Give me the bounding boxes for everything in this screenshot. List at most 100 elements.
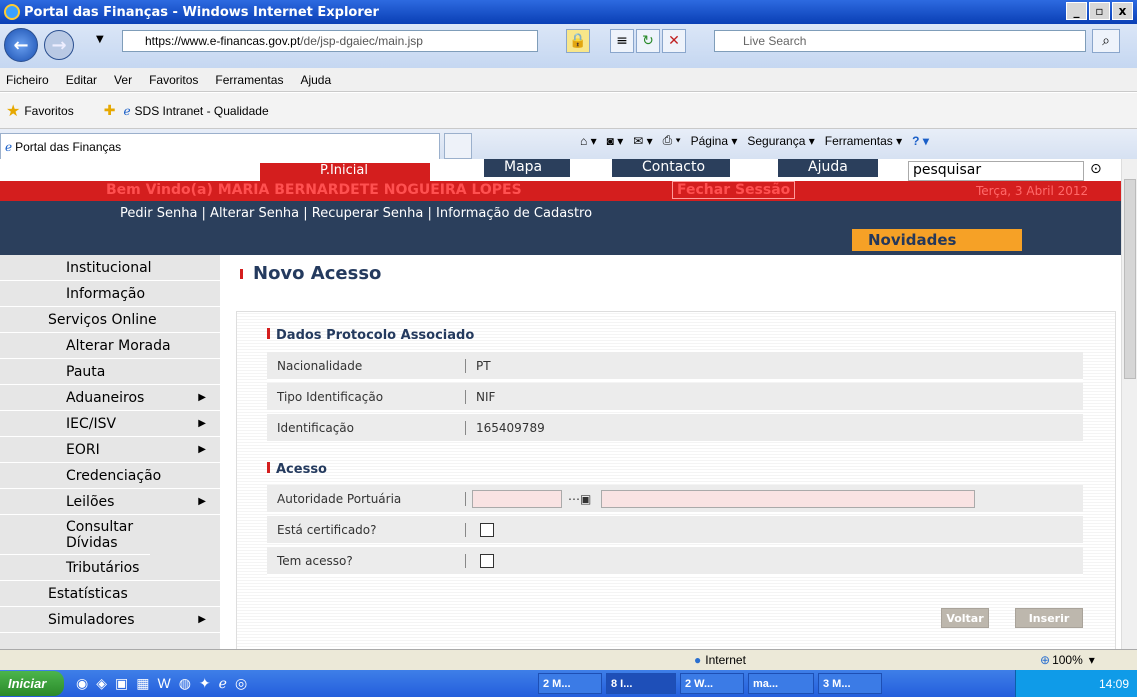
close-button[interactable]: x <box>1112 2 1133 20</box>
quicklaunch-icon[interactable]: ◍ <box>179 675 191 692</box>
sidebar-item-credenciacao[interactable]: Credenciação <box>0 463 220 489</box>
menu-ajuda[interactable]: Ajuda <box>300 73 331 87</box>
taskbar-item[interactable]: ma... <box>748 673 814 694</box>
tools-menu[interactable]: Ferramentas ▾ <box>825 134 902 148</box>
sidebar-item-aduaneiros[interactable]: Aduaneiros ▶ <box>0 385 220 411</box>
quicklaunch-icon[interactable]: ◎ <box>235 675 247 692</box>
sidebar-item-pauta[interactable]: Pauta <box>0 359 220 385</box>
favorites-bar: ★ Favoritos ✚ ℯ SDS Intranet - Qualidade <box>0 93 1137 129</box>
favorite-link-sds[interactable]: SDS Intranet - Qualidade <box>135 104 269 118</box>
live-search-input[interactable]: Live Search <box>714 30 1086 52</box>
sidebar-item-simuladores[interactable]: Simuladores ▶ <box>0 607 220 633</box>
quicklaunch-icon[interactable]: W <box>157 675 170 692</box>
sidebar-item-informacao[interactable]: Informação <box>0 281 220 307</box>
scrollbar-thumb[interactable] <box>1124 179 1136 379</box>
task-label: 3 M... <box>823 677 851 690</box>
menu-favoritos[interactable]: Favoritos <box>149 73 198 87</box>
minimize-button[interactable]: _ <box>1066 2 1087 20</box>
quicklaunch-icon[interactable]: ◉ <box>76 675 88 692</box>
page-viewport: P.Inicial Mapa Contacto Ajuda pesquisar … <box>0 159 1121 649</box>
task-label: 2 W... <box>685 677 714 690</box>
taskbar-item[interactable]: 2 M... <box>538 673 602 694</box>
forward-button[interactable]: → <box>44 30 74 60</box>
quicklaunch-icon[interactable]: ▣ <box>115 675 128 692</box>
autoridade-code-input[interactable] <box>472 489 562 508</box>
security-menu[interactable]: Segurança ▾ <box>747 134 814 148</box>
ie-page-icon: ℯ <box>5 139 13 154</box>
maximize-button[interactable]: ▫ <box>1089 2 1110 20</box>
refresh-icon[interactable]: ↻ <box>636 29 660 53</box>
novidades-tab[interactable]: Novidades <box>852 229 1022 251</box>
tab-portal[interactable]: ℯ Portal das Finanças <box>0 133 440 159</box>
menu-editar[interactable]: Editar <box>66 73 97 87</box>
help-icon[interactable]: ? ▾ <box>912 134 929 148</box>
sidebar-item-servicos-online[interactable]: Serviços Online <box>0 307 220 333</box>
sidebar-item-estatisticas[interactable]: Estatísticas <box>0 581 220 607</box>
taskbar-item[interactable]: 3 M... <box>818 673 882 694</box>
history-dropdown-icon[interactable]: ▼ <box>96 34 104 45</box>
menu-ver[interactable]: Ver <box>114 73 132 87</box>
taskbar-item-active[interactable]: 8 I... <box>606 673 676 694</box>
sidebar-item-leiloes[interactable]: Leilões ▶ <box>0 489 220 515</box>
autoridade-name-input[interactable] <box>601 489 976 508</box>
lookup-icon[interactable]: ⋯▣ <box>568 492 591 506</box>
quicklaunch-icon[interactable]: ✦ <box>199 675 211 692</box>
lock-icon[interactable]: 🔒 <box>566 29 590 53</box>
nav-inicial[interactable]: P.Inicial <box>260 163 430 181</box>
nav-mapa[interactable]: Mapa <box>484 159 570 177</box>
sidebar-item-eori[interactable]: EORI ▶ <box>0 437 220 463</box>
favorites-button[interactable]: Favoritos <box>24 104 73 118</box>
new-tab-button[interactable] <box>444 133 472 159</box>
sidebar-item-tributarios[interactable]: Tributários <box>0 555 220 581</box>
mail-icon[interactable]: ✉ ▾ <box>633 134 652 148</box>
site-search-input[interactable]: pesquisar <box>908 161 1084 181</box>
label-esta-certificado: Está certificado? <box>277 522 377 537</box>
print-icon[interactable]: ⎙ ▾ <box>663 133 681 148</box>
zone-label: Internet <box>705 653 746 667</box>
quicklaunch-icon[interactable]: ◈ <box>96 675 107 692</box>
sidebar-item-institucional[interactable]: Institucional <box>0 255 220 281</box>
search-icon[interactable]: ⌕ <box>1092 29 1120 53</box>
task-label: ma... <box>753 677 779 690</box>
feeds-icon[interactable]: ◙ ▾ <box>607 134 624 148</box>
stop-icon[interactable]: ✕ <box>662 29 686 53</box>
sidebar-item-alterar-morada[interactable]: Alterar Morada <box>0 333 220 359</box>
home-icon[interactable]: ⌂ ▾ <box>580 134 597 148</box>
quicklaunch-icon[interactable]: ℯ <box>219 675 227 692</box>
certificado-checkbox[interactable] <box>480 522 494 537</box>
account-links-bar: Pedir Senha | Alterar Senha | Recuperar … <box>0 201 1121 255</box>
label-tem-acesso: Tem acesso? <box>277 553 353 568</box>
taskbar-item[interactable]: 2 W... <box>680 673 744 694</box>
add-favorite-icon[interactable]: ✚ <box>104 102 116 119</box>
site-search-icon[interactable]: ⊙ <box>1090 161 1102 177</box>
quicklaunch-icon[interactable]: ▦ <box>136 675 149 692</box>
account-links[interactable]: Pedir Senha | Alterar Senha | Recuperar … <box>120 206 592 221</box>
back-button[interactable]: ← <box>4 28 38 62</box>
page-title-text: Novo Acesso <box>253 263 382 284</box>
sidebar-item-iec-isv[interactable]: IEC/ISV ▶ <box>0 411 220 437</box>
page-menu[interactable]: Página ▾ <box>691 134 738 148</box>
acesso-checkbox[interactable] <box>480 553 494 568</box>
ie-page-icon: ℯ <box>123 103 131 118</box>
inserir-button[interactable]: Inserir <box>1015 608 1083 628</box>
sidebar-item-consultar-dividas[interactable]: Consultar Dívidas <box>0 515 150 555</box>
sidebar-label: Informação <box>66 285 146 302</box>
zoom-level: 100% <box>1052 653 1083 667</box>
voltar-button[interactable]: Voltar <box>941 608 989 628</box>
url-input[interactable]: https://www.e-financas.gov.pt/de/jsp-dga… <box>122 30 538 52</box>
label-autoridade-portuaria: Autoridade Portuária <box>277 491 402 506</box>
url-host: https://www.e-financas.gov.pt <box>145 34 301 48</box>
nav-contacto[interactable]: Contacto <box>612 159 730 177</box>
zoom-control[interactable]: ⊕ 100% ▾ <box>1040 653 1095 667</box>
logout-button[interactable]: Fechar Sessão <box>672 181 796 199</box>
menu-ferramentas[interactable]: Ferramentas <box>215 73 283 87</box>
quick-launch: ◉ ◈ ▣ ▦ W ◍ ✦ ℯ ◎ <box>76 675 247 692</box>
globe-icon: ● <box>694 653 702 667</box>
nav-ajuda[interactable]: Ajuda <box>778 159 878 177</box>
zoom-icon: ⊕ <box>1040 653 1051 667</box>
compat-view-icon[interactable]: ≡ <box>610 29 634 53</box>
start-button[interactable]: Iniciar <box>0 671 64 696</box>
system-tray: 14:09 <box>1015 670 1137 697</box>
menu-ficheiro[interactable]: Ficheiro <box>6 73 49 87</box>
vertical-scrollbar[interactable] <box>1121 159 1137 649</box>
